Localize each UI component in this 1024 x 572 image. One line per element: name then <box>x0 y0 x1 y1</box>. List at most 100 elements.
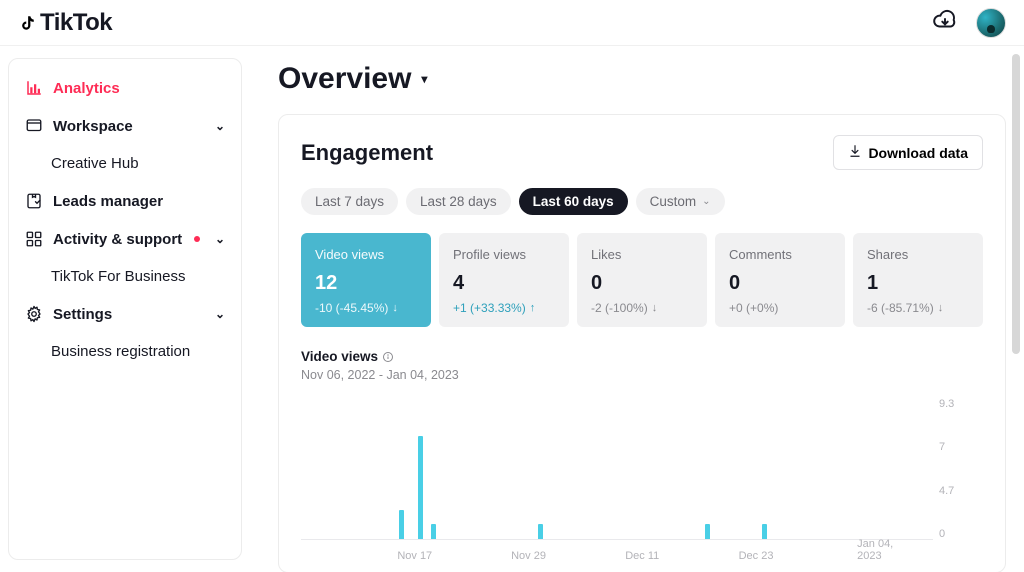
sidebar-subitem-creative-hub[interactable]: Creative Hub <box>17 145 233 182</box>
activity-icon <box>25 230 43 248</box>
sidebar-subitem-label: TikTok For Business <box>51 268 185 285</box>
chart-bar <box>418 436 423 539</box>
y-tick-label: 7 <box>939 441 983 453</box>
sidebar-item-label: Workspace <box>53 118 133 135</box>
sidebar-subitem-label: Business registration <box>51 343 190 360</box>
brand-logo[interactable]: TikTok <box>18 9 112 37</box>
metric-video-views[interactable]: Video views 12 -10 (-45.45%) ↓ <box>301 233 431 327</box>
download-icon <box>848 144 862 161</box>
page-title-dropdown[interactable]: Overview ▾ <box>278 62 1006 96</box>
metric-value: 4 <box>453 272 555 295</box>
workspace-icon <box>25 117 43 135</box>
arrow-down-icon: ↓ <box>392 302 398 314</box>
metric-label: Likes <box>591 247 693 262</box>
leads-icon <box>25 192 43 210</box>
metric-delta-text: -10 (-45.45%) <box>315 301 388 315</box>
download-label: Download data <box>868 145 968 161</box>
main-content: Overview ▾ Engagement Download data Last… <box>250 46 1024 572</box>
metric-delta: -2 (-100%) ↓ <box>591 301 693 315</box>
info-icon[interactable] <box>382 351 394 363</box>
range-7d[interactable]: Last 7 days <box>301 188 398 215</box>
x-tick-label: Dec 23 <box>739 550 774 562</box>
sidebar-item-label: Analytics <box>53 80 120 97</box>
sidebar-item-leads[interactable]: Leads manager <box>17 182 233 220</box>
page-title-text: Overview <box>278 62 411 96</box>
metric-profile-views[interactable]: Profile views 4 +1 (+33.33%) ↑ <box>439 233 569 327</box>
metric-delta: -10 (-45.45%) ↓ <box>315 301 417 315</box>
metric-row: Video views 12 -10 (-45.45%) ↓ Profile v… <box>301 233 983 327</box>
chart-bar <box>762 524 767 539</box>
metric-value: 1 <box>867 272 969 295</box>
metric-delta-text: +1 (+33.33%) <box>453 301 526 315</box>
metric-shares[interactable]: Shares 1 -6 (-85.71%) ↓ <box>853 233 983 327</box>
chevron-down-icon: ⌄ <box>215 232 225 246</box>
metric-value: 0 <box>591 272 693 295</box>
chart-plot <box>301 402 933 540</box>
scrollbar[interactable] <box>1012 54 1020 354</box>
range-label: Custom <box>650 194 697 209</box>
range-label: Last 28 days <box>420 194 497 209</box>
cloud-download-icon[interactable] <box>932 7 958 38</box>
sidebar-item-label: Settings <box>53 306 112 323</box>
metric-delta-text: +0 (+0%) <box>729 301 778 315</box>
metric-comments[interactable]: Comments 0 +0 (+0%) <box>715 233 845 327</box>
x-tick-label: Nov 29 <box>511 550 546 562</box>
metric-label: Profile views <box>453 247 555 262</box>
chart-y-axis: 9.3 7 4.7 0 <box>939 398 983 540</box>
y-tick-label: 0 <box>939 528 983 540</box>
sidebar-item-settings[interactable]: Settings ⌄ <box>17 295 233 333</box>
range-28d[interactable]: Last 28 days <box>406 188 511 215</box>
range-label: Last 60 days <box>533 194 614 209</box>
metric-value: 0 <box>729 272 831 295</box>
chevron-down-icon: ⌄ <box>215 307 225 321</box>
caret-down-icon: ▾ <box>421 72 427 86</box>
chart-bar <box>538 524 543 539</box>
metric-delta: +1 (+33.33%) ↑ <box>453 301 555 315</box>
sidebar-item-activity[interactable]: Activity & support ⌄ <box>17 220 233 258</box>
topbar-right <box>932 7 1006 38</box>
chart-bar <box>431 524 436 539</box>
y-tick-label: 9.3 <box>939 398 983 410</box>
brand-text: TikTok <box>40 9 112 37</box>
sidebar-item-analytics[interactable]: Analytics <box>17 69 233 107</box>
y-tick-label: 4.7 <box>939 485 983 497</box>
sidebar-subitem-business-reg[interactable]: Business registration <box>17 333 233 370</box>
metric-delta: +0 (+0%) <box>729 301 831 315</box>
engagement-title: Engagement <box>301 140 433 166</box>
metric-label: Comments <box>729 247 831 262</box>
sidebar: Analytics Workspace ⌄ Creative Hub Leads… <box>8 58 242 560</box>
chart-icon <box>25 79 43 97</box>
sidebar-item-label: Activity & support <box>53 231 182 248</box>
metric-delta-text: -6 (-85.71%) <box>867 301 934 315</box>
chart-bar <box>705 524 710 539</box>
engagement-card: Engagement Download data Last 7 days Las… <box>278 114 1006 572</box>
range-label: Last 7 days <box>315 194 384 209</box>
download-data-button[interactable]: Download data <box>833 135 983 170</box>
chart-title-text: Video views <box>301 349 378 364</box>
metric-value: 12 <box>315 272 417 295</box>
settings-icon <box>25 305 43 323</box>
chart-title: Video views <box>301 349 983 364</box>
chart-bar <box>399 510 404 539</box>
chart-x-axis: Nov 17Nov 29Dec 11Dec 23Jan 04, 2023 <box>301 542 933 562</box>
range-60d[interactable]: Last 60 days <box>519 188 628 215</box>
metric-delta-text: -2 (-100%) <box>591 301 648 315</box>
chart-area: 9.374.70 Nov 17Nov 29Dec 11Dec 23Jan 04,… <box>301 402 983 562</box>
metric-label: Shares <box>867 247 969 262</box>
sidebar-item-workspace[interactable]: Workspace ⌄ <box>17 107 233 145</box>
metric-delta: -6 (-85.71%) ↓ <box>867 301 969 315</box>
chevron-down-icon: ⌄ <box>215 119 225 133</box>
metric-label: Video views <box>315 247 417 262</box>
chevron-down-icon: ⌄ <box>702 196 710 207</box>
sidebar-subitem-tiktok-business[interactable]: TikTok For Business <box>17 258 233 295</box>
sidebar-item-label: Leads manager <box>53 193 163 210</box>
arrow-down-icon: ↓ <box>938 302 944 314</box>
topbar: TikTok <box>0 0 1024 46</box>
metric-likes[interactable]: Likes 0 -2 (-100%) ↓ <box>577 233 707 327</box>
x-tick-label: Jan 04, 2023 <box>857 538 908 562</box>
range-custom[interactable]: Custom ⌄ <box>636 188 725 215</box>
avatar[interactable] <box>976 8 1006 38</box>
tiktok-note-icon <box>18 14 36 32</box>
arrow-down-icon: ↓ <box>652 302 658 314</box>
chart-subtitle: Nov 06, 2022 - Jan 04, 2023 <box>301 368 983 382</box>
